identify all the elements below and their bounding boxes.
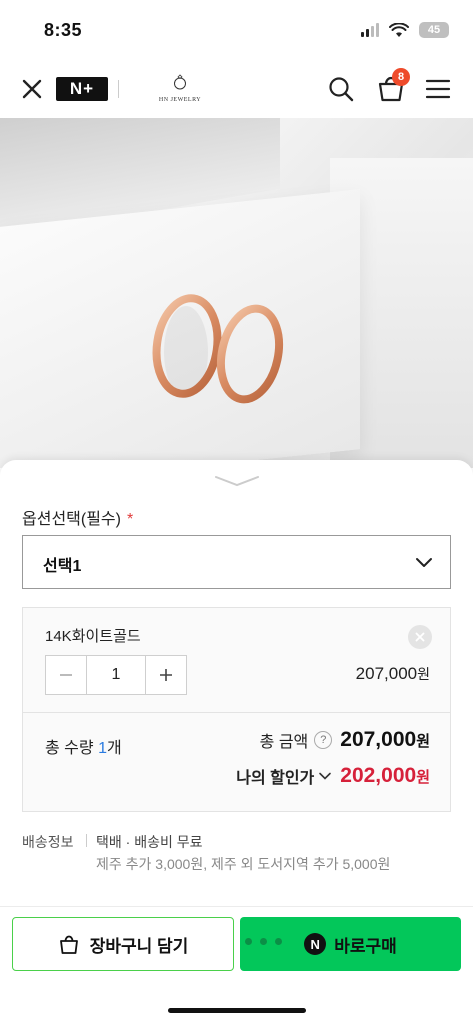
total-amount-value: 207,000 bbox=[340, 728, 417, 751]
shipping-label: 배송정보 bbox=[22, 834, 74, 850]
item-price-value: 207,000 bbox=[355, 664, 418, 683]
close-icon bbox=[22, 79, 42, 99]
total-amount: 총 금액 ? 207,000 원 bbox=[260, 728, 430, 752]
quantity-value[interactable]: 1 bbox=[86, 656, 146, 694]
help-icon[interactable]: ? bbox=[314, 731, 333, 749]
chevron-down-icon bbox=[319, 772, 332, 780]
required-mark: * bbox=[126, 511, 134, 528]
sheet-collapse-chevron-icon[interactable] bbox=[214, 474, 260, 488]
item-price: 207,000원 bbox=[356, 664, 430, 684]
buy-now-label: 바로구매 bbox=[334, 936, 397, 956]
status-bar: 8:35 45 bbox=[0, 0, 473, 60]
status-time: 8:35 bbox=[44, 20, 83, 40]
cellular-signal-icon bbox=[361, 23, 379, 37]
selected-option-name: 14K화이트골드 bbox=[45, 628, 141, 645]
discount-label: 나의 할인가 bbox=[236, 770, 315, 787]
brand-logo-text: HN JEWELRY bbox=[158, 97, 202, 103]
battery-icon: 45 bbox=[419, 22, 449, 38]
discount-price[interactable]: 나의 할인가 202,000 원 bbox=[236, 764, 430, 788]
header-divider bbox=[118, 80, 119, 98]
hamburger-menu-icon bbox=[425, 79, 451, 99]
search-button[interactable] bbox=[326, 74, 356, 104]
total-quantity-unit: 개 bbox=[106, 740, 122, 757]
decrease-quantity-button[interactable] bbox=[46, 656, 86, 694]
search-icon bbox=[329, 77, 354, 102]
option-label: 옵션선택(필수) * bbox=[22, 505, 133, 529]
discount-unit: 원 bbox=[416, 768, 430, 786]
item-price-unit: 원 bbox=[417, 666, 430, 682]
npay-icon: N bbox=[304, 933, 327, 955]
total-quantity-label: 총 수량 bbox=[45, 740, 94, 757]
sheet-divider bbox=[0, 906, 473, 907]
shipping-divider bbox=[86, 834, 87, 847]
wifi-icon bbox=[389, 22, 409, 37]
brand-logo[interactable]: HN JEWELRY bbox=[150, 74, 210, 104]
shipping-extra-fee: 제주 추가 3,000원, 제주 외 도서지역 추가 5,000원 bbox=[96, 856, 391, 872]
add-to-cart-button[interactable]: 장바구니 담기 bbox=[12, 917, 234, 971]
discount-value: 202,000 bbox=[340, 764, 417, 787]
option-label-text: 옵션선택(필수) bbox=[22, 511, 121, 528]
minus-icon bbox=[60, 674, 72, 676]
cart-badge: 8 bbox=[392, 68, 410, 86]
shipping-value: 택배 · 배송비 무료 bbox=[96, 834, 203, 850]
remove-option-button[interactable] bbox=[408, 625, 432, 649]
option-bottom-sheet: 옵션선택(필수) * 선택1 14K화이트골드 1 207,000원 총 수량 … bbox=[0, 460, 473, 1024]
battery-level: 45 bbox=[427, 24, 441, 36]
menu-button[interactable] bbox=[424, 76, 452, 102]
home-indicator bbox=[168, 1008, 306, 1013]
ring-logo-icon bbox=[174, 74, 186, 90]
total-amount-unit: 원 bbox=[416, 732, 430, 750]
box-divider bbox=[23, 712, 450, 713]
option-select-value: 선택1 bbox=[43, 558, 82, 575]
total-quantity-value: 1 bbox=[98, 740, 107, 757]
total-quantity: 총 수량 1개 bbox=[45, 734, 122, 758]
shopping-bag-icon bbox=[59, 935, 78, 954]
option-select[interactable]: 선택1 bbox=[22, 535, 451, 589]
earrings-photo bbox=[152, 294, 284, 404]
app-header: N+ HN JEWELRY 8 bbox=[0, 60, 473, 118]
product-image[interactable] bbox=[0, 118, 473, 468]
nplus-logo[interactable]: N+ bbox=[56, 77, 108, 101]
quantity-stepper: 1 bbox=[45, 655, 187, 695]
status-icons: 45 bbox=[361, 22, 449, 38]
selected-option-box: 14K화이트골드 1 207,000원 총 수량 1개 총 금액 ? 207,0… bbox=[22, 607, 451, 812]
chevron-down-icon bbox=[416, 558, 432, 567]
add-to-cart-label: 장바구니 담기 bbox=[89, 936, 189, 956]
plus-icon bbox=[160, 669, 172, 681]
close-button[interactable] bbox=[16, 73, 48, 105]
increase-quantity-button[interactable] bbox=[146, 656, 186, 694]
close-icon bbox=[415, 632, 425, 642]
total-amount-label: 총 금액 bbox=[259, 734, 309, 751]
loading-dots-icon bbox=[245, 938, 282, 945]
